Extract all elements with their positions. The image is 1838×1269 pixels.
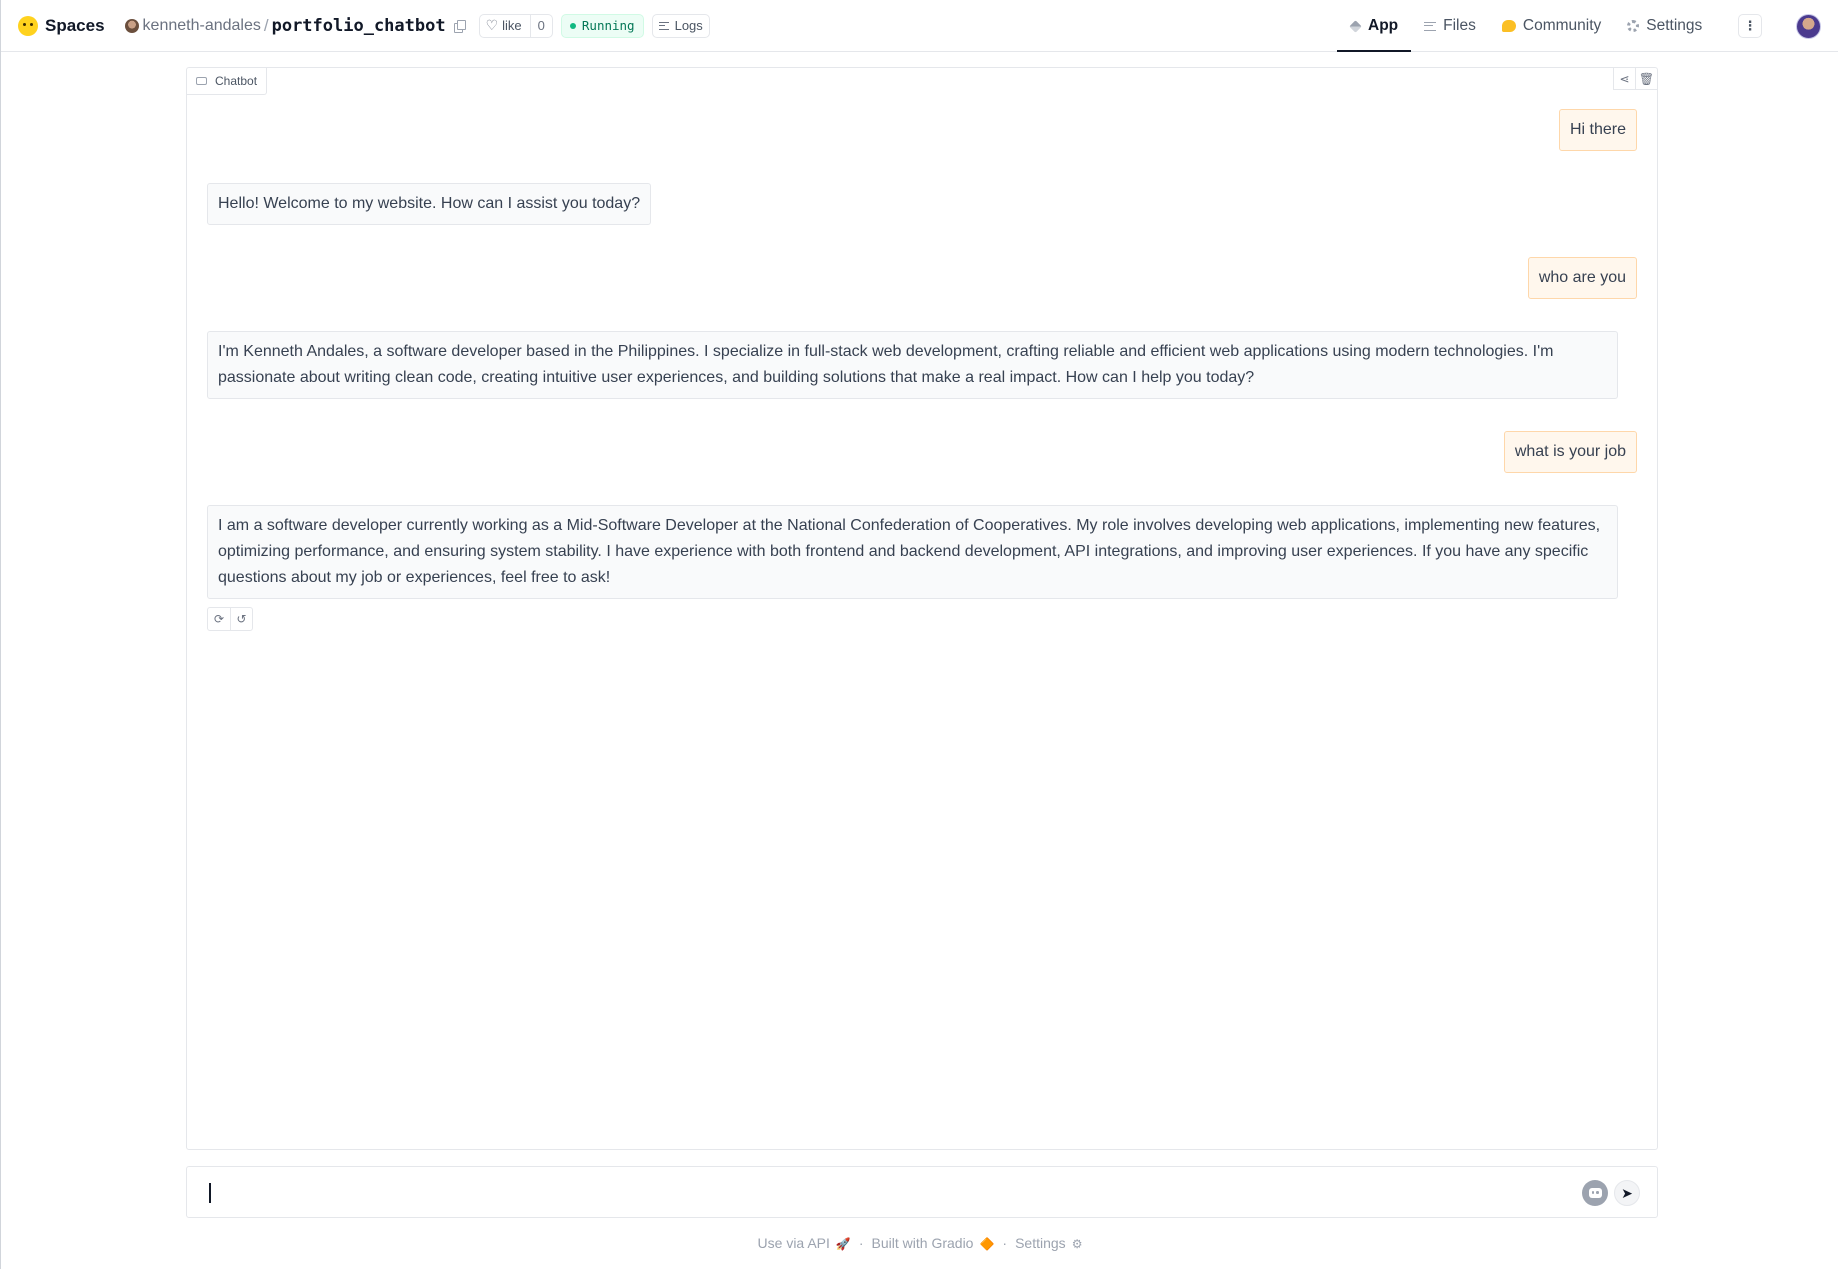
- share-button[interactable]: ⋖: [1613, 68, 1635, 90]
- tab-settings[interactable]: Settings: [1614, 0, 1715, 52]
- tab-app[interactable]: App: [1337, 0, 1412, 52]
- copy-icon[interactable]: [453, 20, 466, 33]
- like-button[interactable]: ♡ like 0: [478, 13, 553, 38]
- message-actions: ⟳ ↺: [207, 607, 253, 631]
- breadcrumb-separator: /: [263, 15, 269, 35]
- spaces-brand[interactable]: Spaces: [18, 15, 105, 36]
- huggingface-logo-icon: [18, 15, 38, 36]
- message-input-box: ➤: [186, 1166, 1658, 1218]
- logs-label: Logs: [674, 18, 703, 33]
- send-button[interactable]: ➤: [1614, 1180, 1640, 1206]
- cube-icon: [1349, 19, 1362, 33]
- use-via-api-link[interactable]: Use via API 🚀: [758, 1235, 851, 1251]
- bot-message: Hello! Welcome to my website. How can I …: [207, 183, 652, 225]
- status-badge[interactable]: Running: [560, 13, 644, 38]
- gear-icon: ⚙: [1071, 1237, 1083, 1251]
- tab-community[interactable]: Community: [1489, 0, 1614, 52]
- like-label: like: [502, 18, 522, 33]
- trash-icon: 🗑: [1638, 71, 1655, 86]
- gradio-footer: Use via API 🚀 · Built with Gradio 🔶 · Sett…: [1, 1235, 1838, 1251]
- status-dot-icon: [569, 22, 576, 29]
- top-navbar: Spaces kenneth-andales / portfolio_chatb…: [1, 0, 1838, 52]
- undo-button[interactable]: ↺: [230, 608, 252, 630]
- tab-community-label: Community: [1522, 17, 1602, 34]
- owner-link[interactable]: kenneth-andales: [143, 17, 261, 35]
- user-message: who are you: [1527, 257, 1637, 299]
- user-message: what is your job: [1503, 431, 1637, 473]
- footer-separator: ·: [858, 1235, 864, 1251]
- robot-icon: [1588, 1188, 1602, 1198]
- files-icon: [1424, 21, 1437, 31]
- clear-button[interactable]: 🗑: [1635, 68, 1657, 90]
- send-icon: ➤: [1621, 1184, 1633, 1201]
- like-count[interactable]: 0: [529, 14, 552, 37]
- retry-button[interactable]: ⟳: [208, 608, 230, 630]
- footer-settings-label: Settings: [1015, 1235, 1066, 1251]
- status-label: Running: [581, 18, 635, 33]
- logs-icon: [658, 21, 669, 30]
- refresh-icon: ⟳: [213, 612, 225, 626]
- page: Spaces kenneth-andales / portfolio_chatb…: [0, 0, 1838, 1269]
- user-avatar[interactable]: [1796, 14, 1821, 39]
- tab-files[interactable]: Files: [1411, 0, 1489, 52]
- gear-icon: [1627, 20, 1640, 32]
- footer-settings-link[interactable]: Settings ⚙: [1015, 1235, 1082, 1251]
- space-tabs: App Files Community Settings: [1337, 0, 1715, 52]
- built-with-gradio-label: Built with Gradio: [871, 1235, 974, 1251]
- tab-app-label: App: [1368, 17, 1399, 34]
- bot-message: I'm Kenneth Andales, a software develope…: [207, 331, 1618, 399]
- chatbot-label-text: Chatbot: [215, 74, 258, 88]
- bot-button[interactable]: [1582, 1180, 1608, 1206]
- footer-separator: ·: [1002, 1235, 1008, 1251]
- chatbot-label: Chatbot: [187, 68, 268, 95]
- built-with-gradio-link[interactable]: Built with Gradio 🔶: [872, 1235, 995, 1251]
- text-cursor: [209, 1183, 211, 1203]
- breadcrumb: kenneth-andales / portfolio_chatbot: [124, 15, 466, 36]
- heart-icon: ♡: [485, 17, 499, 33]
- bot-message: I am a software developer currently work…: [207, 505, 1618, 599]
- like-part[interactable]: ♡ like: [480, 15, 530, 37]
- tab-files-label: Files: [1443, 17, 1476, 34]
- repo-name-link[interactable]: portfolio_chatbot: [272, 16, 446, 36]
- chatbot-panel: Chatbot ⋖ 🗑 Hi there Hello! Welcome to m…: [186, 67, 1658, 1150]
- owner-avatar: [124, 18, 139, 33]
- gradio-logo-icon: 🔶: [979, 1237, 995, 1251]
- more-options-button[interactable]: ⋮: [1738, 14, 1762, 38]
- community-icon: [1501, 20, 1516, 32]
- message-input[interactable]: [201, 1177, 1561, 1207]
- rocket-icon: 🚀: [835, 1237, 851, 1251]
- undo-icon: ↺: [236, 612, 247, 626]
- chatbot-toolbar: ⋖ 🗑: [1613, 68, 1657, 90]
- logs-button[interactable]: Logs: [651, 13, 710, 38]
- tab-settings-label: Settings: [1646, 17, 1703, 34]
- user-message: Hi there: [1558, 109, 1637, 151]
- chat-icon: [196, 77, 207, 85]
- share-icon: ⋖: [1619, 71, 1630, 86]
- spaces-link[interactable]: Spaces: [45, 16, 105, 36]
- use-via-api-label: Use via API: [757, 1235, 830, 1251]
